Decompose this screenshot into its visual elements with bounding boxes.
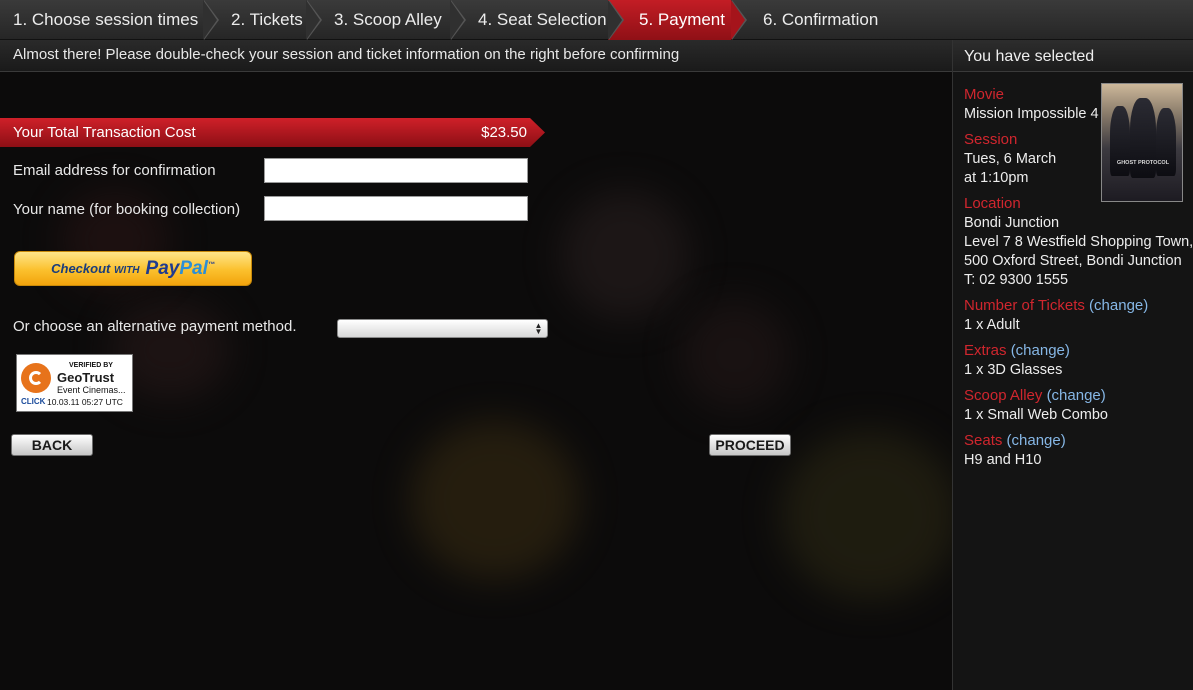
extras-label: Extras (change): [964, 342, 1070, 359]
checkout-steps: 1. Choose session times 2. Tickets 3. Sc…: [0, 0, 1193, 40]
confirm-notice: Almost there! Please double-check your s…: [0, 40, 952, 72]
location-line: 500 Oxford Street, Bondi Junction: [964, 253, 1182, 269]
step-seat-selection[interactable]: 4. Seat Selection: [450, 0, 624, 40]
summary-heading: You have selected: [953, 40, 1193, 72]
session-date: Tues, 6 March: [964, 151, 1057, 167]
email-field[interactable]: [264, 158, 528, 183]
change-seats-link[interactable]: (change): [1007, 432, 1066, 449]
step-payment[interactable]: 5. Payment: [608, 0, 747, 40]
name-label: Your name (for booking collection): [13, 201, 241, 218]
tickets-label: Number of Tickets (change): [964, 297, 1149, 314]
movie-title: Mission Impossible 4: [964, 106, 1099, 122]
geotrust-seal[interactable]: VERIFIED BY GeoTrust Event Cinemas... CL…: [16, 354, 133, 412]
back-button[interactable]: BACK: [11, 434, 93, 456]
paypal-logo: PayPal™: [145, 257, 215, 279]
location-label: Location: [964, 195, 1021, 212]
geotrust-verified-text: VERIFIED BY: [69, 362, 113, 369]
movie-poster: GHOST PROTOCOL: [1101, 83, 1183, 202]
tickets-value: 1 x Adult: [964, 317, 1020, 333]
total-cost-label: Your Total Transaction Cost: [13, 124, 196, 141]
seats-label: Seats (change): [964, 432, 1066, 449]
total-cost-bar: Your Total Transaction Cost $23.50: [0, 118, 545, 147]
movie-label: Movie: [964, 86, 1005, 103]
proceed-button[interactable]: PROCEED: [709, 434, 791, 456]
paypal-checkout-button[interactable]: Checkout WITH PayPal™: [14, 251, 252, 286]
change-extras-link[interactable]: (change): [1011, 342, 1070, 359]
email-label: Email address for confirmation: [13, 162, 216, 179]
geotrust-click-text: CLICK: [21, 397, 46, 406]
location-line: Level 7 8 Westfield Shopping Town,: [964, 234, 1193, 250]
geotrust-timestamp: 10.03.11 05:27 UTC: [47, 397, 123, 407]
location-line: Bondi Junction: [964, 215, 1060, 231]
geotrust-logo-icon: [21, 363, 51, 393]
step-confirmation[interactable]: 6. Confirmation: [731, 0, 1193, 40]
paypal-checkout-text: Checkout WITH: [51, 261, 140, 276]
scoop-alley-label: Scoop Alley (change): [964, 387, 1106, 404]
step-choose-session[interactable]: 1. Choose session times: [0, 0, 219, 40]
geotrust-site-name: Event Cinemas...: [57, 385, 126, 395]
payment-method-select[interactable]: ▲ ▼: [337, 319, 548, 338]
step-scoop-alley[interactable]: 3. Scoop Alley: [306, 0, 466, 40]
session-time: at 1:10pm: [964, 170, 1029, 186]
scoop-alley-value: 1 x Small Web Combo: [964, 407, 1108, 423]
extras-value: 1 x 3D Glasses: [964, 362, 1063, 378]
session-label: Session: [964, 131, 1018, 148]
change-tickets-link[interactable]: (change): [1089, 297, 1148, 314]
alt-payment-label: Or choose an alternative payment method.: [13, 318, 297, 335]
selection-summary-panel: You have selected GHOST PROTOCOL Movie M…: [952, 40, 1193, 690]
seats-value: H9 and H10: [964, 452, 1042, 468]
change-scoop-link[interactable]: (change): [1047, 387, 1106, 404]
total-cost-amount: $23.50: [481, 124, 527, 141]
poster-title: GHOST PROTOCOL: [1116, 160, 1170, 166]
select-arrows-icon: ▲ ▼: [534, 320, 543, 336]
name-field[interactable]: [264, 196, 528, 221]
geotrust-brand: GeoTrust: [57, 370, 115, 385]
location-phone: T: 02 9300 1555: [964, 272, 1069, 288]
